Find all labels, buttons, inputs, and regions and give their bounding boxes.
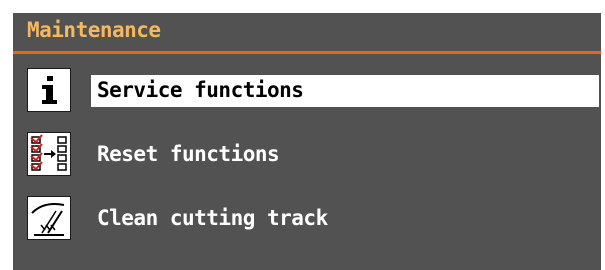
menu-item-selection: Reset functions	[91, 139, 599, 171]
menu-item-selection: Clean cutting track	[91, 203, 599, 235]
info-icon	[27, 68, 71, 112]
menu-item-clean-cutting-track[interactable]: Clean cutting track	[13, 193, 601, 243]
maintenance-panel: Maintenance Service functions Reset func…	[13, 13, 601, 270]
menu-item-selection: Service functions	[91, 75, 599, 107]
menu-item-label: Service functions	[97, 78, 304, 102]
header-divider	[13, 51, 601, 54]
panel-title: Maintenance	[27, 18, 161, 42]
menu-item-service-functions[interactable]: Service functions	[13, 65, 601, 115]
menu-item-label: Clean cutting track	[97, 206, 328, 230]
menu-item-reset-functions[interactable]: Reset functions	[13, 129, 601, 179]
reset-functions-icon	[27, 132, 71, 176]
panel-header: Maintenance	[13, 13, 601, 54]
menu-item-label: Reset functions	[97, 142, 280, 166]
clean-cutting-track-icon	[27, 196, 71, 240]
